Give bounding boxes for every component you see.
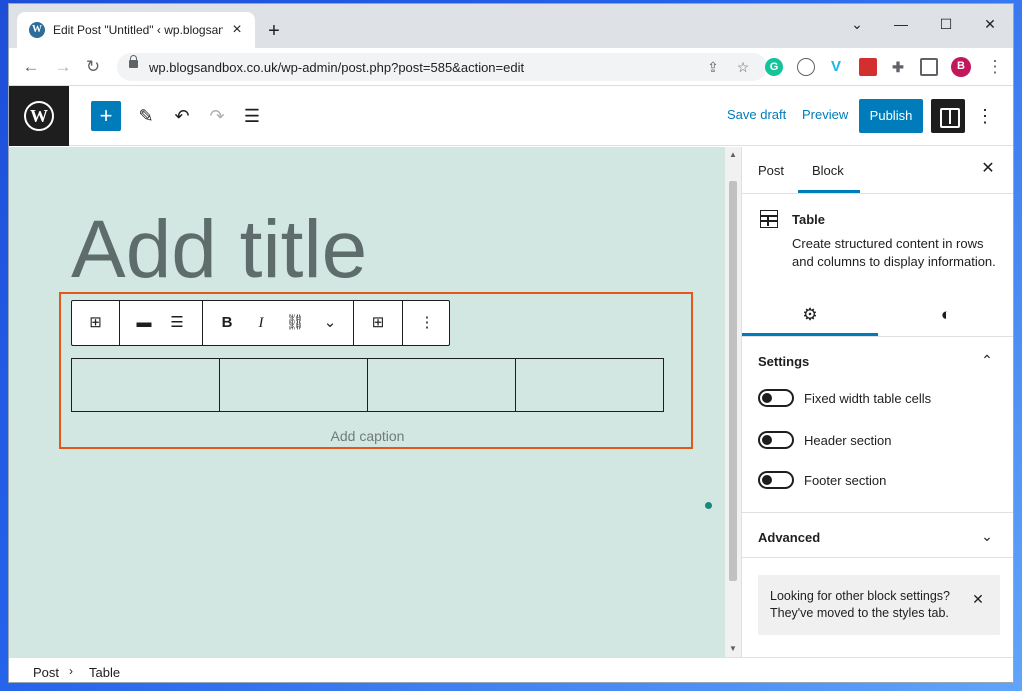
omnibox[interactable]: wp.blogsandbox.co.uk/wp-admin/post.php?p…: [117, 53, 767, 81]
footer-section-label: Footer section: [804, 473, 887, 488]
tab-close-icon[interactable]: ×: [227, 20, 247, 40]
notice-text: Looking for other block settings? They'v…: [770, 589, 950, 620]
notice-close-icon[interactable]: ✕: [968, 589, 988, 609]
table-block[interactable]: [71, 358, 664, 412]
footer-section-toggle[interactable]: [758, 471, 794, 489]
shield-extension-icon[interactable]: [797, 58, 815, 76]
redo-icon[interactable]: ↷: [202, 101, 232, 131]
divider: [742, 336, 1013, 337]
back-icon[interactable]: ←: [19, 55, 43, 79]
address-bar-row: ← → ↻ wp.blogsandbox.co.uk/wp-admin/post…: [9, 48, 1013, 86]
close-window-button[interactable]: ✕: [975, 12, 1005, 36]
red-extension-icon[interactable]: [859, 58, 877, 76]
table-cell[interactable]: [72, 359, 220, 411]
toolbar-divider: [353, 301, 354, 345]
table-icon[interactable]: ⊞: [72, 301, 119, 345]
save-draft-button[interactable]: Save draft: [727, 107, 786, 122]
block-toolbar: ⊞ ▬ ☰ B I ⛓ ⌄ ⊞ ⋮: [71, 300, 450, 346]
breadcrumb-separator-icon: ›: [69, 664, 73, 678]
table-cell[interactable]: [516, 359, 663, 411]
editor-canvas[interactable]: Add title ⊞ ▬ ☰ B I ⛓ ⌄ ⊞ ⋮ Add caption: [9, 147, 725, 657]
tab-title: Edit Post "Untitled" ‹ wp.blogsandbox.co…: [53, 23, 223, 37]
fixed-width-toggle[interactable]: [758, 389, 794, 407]
scroll-up-icon[interactable]: ▲: [725, 149, 741, 161]
new-tab-button[interactable]: +: [263, 20, 285, 42]
plus-icon[interactable]: +: [91, 101, 121, 131]
styles-moved-notice: Looking for other block settings? They'v…: [758, 575, 1000, 635]
browser-tab[interactable]: W Edit Post "Untitled" ‹ wp.blogsandbox.…: [17, 12, 255, 48]
chrome-menu-icon[interactable]: ⋮: [983, 55, 1007, 79]
block-card-title: Table: [792, 212, 825, 227]
forward-icon[interactable]: →: [51, 55, 75, 79]
settings-sidebar-toggle-icon[interactable]: [931, 99, 965, 133]
bold-icon[interactable]: B: [212, 301, 242, 345]
url-text[interactable]: wp.blogsandbox.co.uk/wp-admin/post.php?p…: [149, 60, 524, 75]
profile-avatar[interactable]: B: [951, 57, 971, 77]
tab-strip: W Edit Post "Untitled" ‹ wp.blogsandbox.…: [9, 4, 1013, 48]
canvas-scrollbar[interactable]: ▲ ▼: [725, 147, 741, 657]
reload-icon[interactable]: ↻: [81, 55, 105, 79]
divider: [742, 512, 1013, 513]
column-align-icon[interactable]: ☰: [162, 301, 192, 345]
table-caption-placeholder[interactable]: Add caption: [71, 428, 664, 444]
chevron-up-icon[interactable]: ⌃: [978, 351, 996, 369]
toolbar-divider: [402, 301, 403, 345]
align-icon[interactable]: ▬: [129, 301, 159, 345]
breadcrumb-post[interactable]: Post: [33, 665, 59, 680]
share-icon[interactable]: ⇪: [703, 57, 723, 77]
toolbar-divider: [119, 301, 120, 345]
link-icon[interactable]: ⛓: [280, 301, 310, 345]
list-view-icon[interactable]: ☰: [237, 101, 267, 131]
puzzle-extensions-icon[interactable]: ✚: [889, 58, 907, 76]
wordpress-favicon-icon: W: [29, 22, 45, 38]
scroll-thumb[interactable]: [729, 181, 737, 581]
breadcrumb-table[interactable]: Table: [89, 665, 120, 680]
table-cell[interactable]: [220, 359, 368, 411]
maximize-button[interactable]: ☐: [931, 12, 961, 36]
close-icon[interactable]: ✕: [978, 159, 998, 179]
table-block-icon: [760, 210, 778, 228]
wordpress-logo-icon: W: [24, 101, 54, 131]
tab-block[interactable]: Block: [812, 163, 844, 178]
table-cell[interactable]: [368, 359, 516, 411]
block-options-more-icon[interactable]: ⋮: [412, 301, 442, 345]
breadcrumb: Post › Table: [9, 657, 1013, 682]
fixed-width-label: Fixed width table cells: [804, 391, 932, 406]
minimize-button[interactable]: —: [886, 12, 916, 36]
post-title-placeholder[interactable]: Add title: [71, 203, 367, 297]
toolbar-divider: [202, 301, 203, 345]
side-panel-icon[interactable]: [920, 58, 938, 76]
tab-post[interactable]: Post: [758, 163, 784, 178]
edit-table-icon[interactable]: ⊞: [363, 301, 393, 345]
bookmark-star-icon[interactable]: ☆: [733, 57, 753, 77]
block-inserter-dot[interactable]: [705, 502, 712, 509]
wordpress-logo-button[interactable]: W: [9, 86, 69, 146]
scroll-down-icon[interactable]: ▼: [725, 643, 741, 655]
browser-window: W Edit Post "Untitled" ‹ wp.blogsandbox.…: [8, 3, 1014, 683]
preview-button[interactable]: Preview: [802, 107, 848, 122]
header-section-label: Header section: [804, 433, 892, 448]
chevron-down-icon[interactable]: ⌄: [978, 527, 996, 545]
editor-header: W + ✎ ↶ ↷ ☰ Save draft Preview Publish ⋮: [9, 86, 1013, 146]
tab-search-chevron-icon[interactable]: ⌄: [842, 12, 872, 36]
pencil-icon[interactable]: ✎: [131, 101, 161, 131]
vimeo-extension-icon[interactable]: V: [827, 58, 845, 76]
settings-panel-title[interactable]: Settings: [758, 354, 809, 369]
gear-icon[interactable]: ⚙: [742, 295, 878, 335]
header-section-toggle[interactable]: [758, 431, 794, 449]
chevron-down-icon[interactable]: ⌄: [316, 301, 344, 345]
settings-sidebar: Post Block ✕ Table Create structured con…: [741, 147, 1013, 657]
divider: [742, 557, 1013, 558]
more-vertical-icon[interactable]: ⋮: [975, 101, 995, 131]
publish-button[interactable]: Publish: [859, 99, 923, 133]
grammarly-icon[interactable]: G: [765, 58, 783, 76]
contrast-icon[interactable]: ◐: [878, 295, 1013, 335]
advanced-panel-title[interactable]: Advanced: [758, 530, 820, 545]
lock-icon: [129, 55, 138, 68]
divider: [742, 193, 1013, 194]
italic-icon[interactable]: I: [246, 301, 276, 345]
undo-icon[interactable]: ↶: [167, 101, 197, 131]
block-card-description: Create structured content in rows and co…: [792, 236, 996, 269]
